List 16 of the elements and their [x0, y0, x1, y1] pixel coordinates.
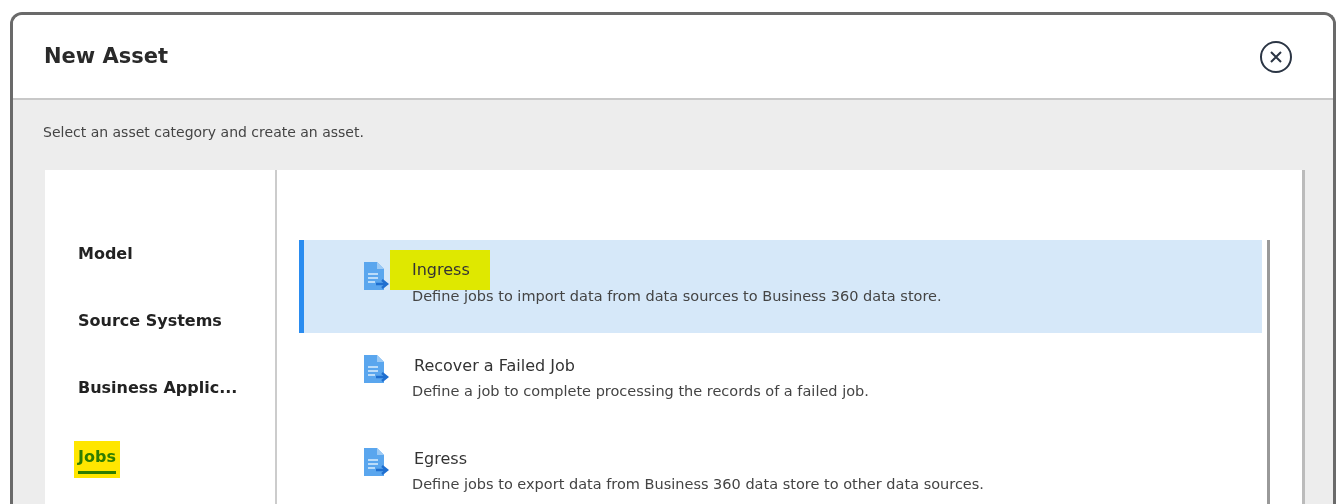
- dialog-subtitle: Select an asset category and create an asset.: [42, 123, 365, 142]
- asset-description: Define a job to complete processing the records of a failed job.: [412, 382, 869, 401]
- asset-description: Define jobs to import data from data sources to Business 360 data store.: [412, 287, 942, 306]
- asset-description: Define jobs to export data from Business 360 data store to other data sources.: [412, 475, 984, 494]
- asset-title: Recover a Failed Job: [413, 355, 576, 377]
- asset-title: Egress: [413, 448, 468, 470]
- close-button[interactable]: [1259, 39, 1293, 74]
- category-tab[interactable]: Source Systems: [74, 307, 226, 340]
- scrollbar[interactable]: [1267, 240, 1270, 504]
- category-tab[interactable]: Model: [74, 240, 137, 273]
- category-tab[interactable]: Business Applic...: [74, 374, 242, 407]
- asset-option[interactable]: Ingress Define jobs to import data from data sources to Business 360 data store.: [299, 240, 1262, 333]
- asset-title: Ingress: [390, 250, 490, 290]
- close-icon: [1259, 39, 1293, 74]
- dialog-title: New Asset: [44, 42, 169, 70]
- category-tab[interactable]: Jobs: [74, 441, 120, 478]
